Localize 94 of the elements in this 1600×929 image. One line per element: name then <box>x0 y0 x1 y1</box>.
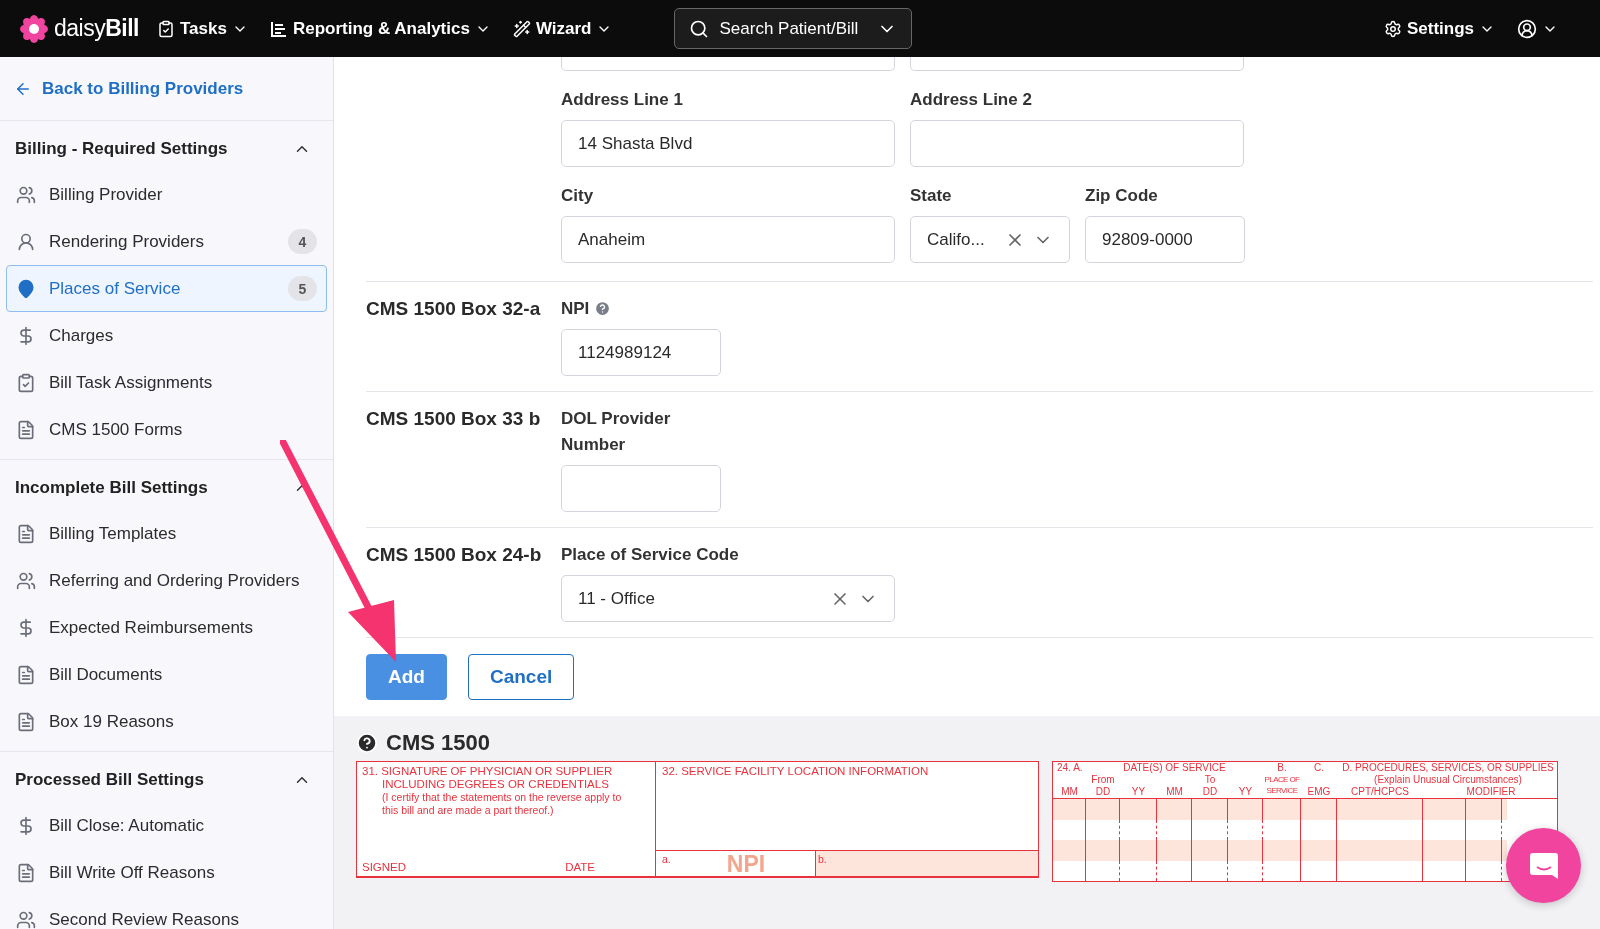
magic-wand-icon <box>512 19 531 38</box>
sidebar-item[interactable]: Billing Templates <box>6 510 327 557</box>
form-text: (I certify that the statements on the reverse apply to this bill and are made a part thereof.) <box>381 791 622 817</box>
sidebar-item[interactable]: Bill Write Off Reasons <box>6 849 327 896</box>
clipboard-icon <box>16 372 36 393</box>
help-icon[interactable] <box>356 732 378 754</box>
people-icon <box>16 570 36 591</box>
sidebar-item[interactable]: Places of Service 5 <box>6 265 327 312</box>
count-badge: 5 <box>288 276 317 301</box>
form-text: 31. SIGNATURE OF PHYSICIAN OR SUPPLIER INCLUDING DEGREES OR CREDENTIALS <box>362 765 614 791</box>
sidebar-item[interactable]: Bill Close: Automatic <box>6 802 327 849</box>
document-icon <box>16 664 36 685</box>
form-text: To <box>1203 774 1217 786</box>
field-label: City <box>561 185 594 207</box>
input-field[interactable]: Anaheim <box>561 216 895 263</box>
form-text: YY <box>1237 786 1254 798</box>
form-text: 24. A. <box>1056 762 1084 774</box>
count-badge: 4 <box>288 229 317 254</box>
clipboard-icon <box>157 19 175 38</box>
input-field[interactable]: 92809-0000 <box>1085 216 1245 263</box>
input-field[interactable] <box>910 57 1244 71</box>
form-text: MODIFIER <box>1465 786 1517 798</box>
section-title: Incomplete Bill Settings <box>15 478 208 498</box>
back-link[interactable]: Back to Billing Providers <box>0 57 333 121</box>
nav-menu[interactable]: Wizard <box>512 14 613 43</box>
sidebar-item[interactable]: Bill Task Assignments <box>6 359 327 406</box>
people-icon <box>16 184 36 205</box>
input-field[interactable] <box>561 57 895 71</box>
form-text: (Explain Unusual Circumstances) <box>1373 774 1523 786</box>
input-field[interactable] <box>561 465 721 512</box>
form-text: PLACE OF SERVICE <box>1263 774 1301 797</box>
select-field[interactable]: 11 - Office <box>561 575 895 622</box>
sidebar-item[interactable]: CMS 1500 Forms <box>6 406 327 453</box>
form-text: b. <box>818 853 827 865</box>
form-text: C. <box>1313 762 1325 774</box>
form-text: MM <box>1165 786 1184 798</box>
people-icon <box>16 909 36 929</box>
search-icon <box>689 18 710 39</box>
search-field[interactable]: Search Patient/Bill <box>674 8 913 49</box>
form-text: YY <box>1130 786 1147 798</box>
logo-text[interactable]: daisyBill <box>54 15 139 42</box>
section-title: Processed Bill Settings <box>15 770 204 790</box>
form-text: From <box>1090 774 1116 786</box>
sidebar-item[interactable]: Billing Provider <box>6 171 327 218</box>
field-label: NPI <box>561 298 590 320</box>
user-avatar-icon <box>1517 18 1537 39</box>
field-label: Address Line 2 <box>910 89 1032 111</box>
nav-menu[interactable]: Reporting & Analytics <box>269 14 491 43</box>
field-label: DOL Provider Number <box>561 408 672 456</box>
section-heading: CMS 1500 Box 24-b <box>366 544 542 565</box>
form-text: DATE(S) OF SERVICE <box>1122 762 1227 774</box>
form-text: a. <box>662 853 671 867</box>
section-title: Billing - Required Settings <box>15 139 228 159</box>
sidebar-item[interactable]: Box 19 Reasons <box>6 698 327 745</box>
sidebar-item[interactable]: Charges <box>6 312 327 359</box>
input-field[interactable]: 14 Shasta Blvd <box>561 120 895 167</box>
section-heading: CMS 1500 Box 32-a <box>366 298 541 319</box>
document-icon <box>16 523 36 544</box>
bar-chart-icon <box>269 19 288 38</box>
form-text: D. PROCEDURES, SERVICES, OR SUPPLIES <box>1341 762 1555 774</box>
form-text: B. <box>1276 762 1288 774</box>
form-text: MM <box>1060 786 1079 798</box>
sidebar-item[interactable]: Referring and Ordering Providers <box>6 557 327 604</box>
document-icon <box>16 419 36 440</box>
sidebar-item[interactable]: Rendering Providers 4 <box>6 218 327 265</box>
field-label: Place of Service Code <box>561 544 739 566</box>
document-icon <box>16 711 36 732</box>
form-text: NPI <box>726 853 766 874</box>
section-heading: CMS 1500 Box 33 b <box>366 408 541 429</box>
field-label: Zip Code <box>1085 185 1158 207</box>
cancel-button[interactable]: Cancel <box>467 654 575 700</box>
field-label: Address Line 1 <box>561 89 683 111</box>
flower-logo-icon <box>20 14 48 43</box>
sidebar-item[interactable]: Bill Documents <box>6 651 327 698</box>
sidebar-item[interactable]: Expected Reimbursements <box>6 604 327 651</box>
settings-icon <box>1383 19 1402 38</box>
form-text: DATE <box>565 861 595 873</box>
field-label: State <box>910 185 952 207</box>
form-text: DD <box>1201 786 1219 798</box>
select-field[interactable]: Califo... <box>910 216 1070 263</box>
form-title: CMS 1500 <box>386 730 490 756</box>
document-icon <box>16 862 36 883</box>
person-icon <box>16 231 36 252</box>
form-text: EMG <box>1306 786 1332 798</box>
form-text: 32. SERVICE FACILITY LOCATION INFORMATION <box>662 765 929 777</box>
form-text: CPT/HCPCS <box>1350 786 1410 798</box>
sidebar-item[interactable]: Second Review Reasons <box>6 896 327 929</box>
input-field[interactable]: 1124989124 <box>561 329 721 376</box>
nav-menu[interactable]: Tasks <box>157 14 248 43</box>
location-pin-icon <box>16 278 36 299</box>
input-field[interactable] <box>910 120 1244 167</box>
settings-menu[interactable]: Settings <box>1383 14 1495 43</box>
form-text: SIGNED <box>362 861 407 873</box>
form-text: DD <box>1094 786 1112 798</box>
